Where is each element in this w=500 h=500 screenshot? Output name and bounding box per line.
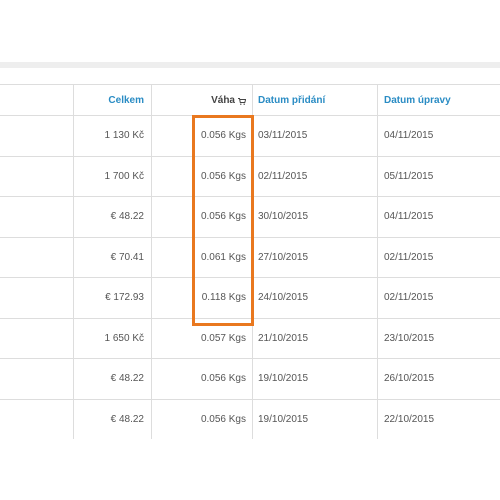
cell-vaha: 0.118 Kgs — [201, 292, 246, 304]
column-header-datum-upravy[interactable]: Datum úpravy — [378, 85, 500, 115]
cell-datum-pridani: 03/11/2015 — [258, 130, 308, 142]
table-row[interactable]: € 48.22 0.056 Kgs 30/10/2015 04/11/2015 — [0, 196, 500, 237]
cell-vaha: 0.056 Kgs — [200, 170, 246, 182]
cell-datum-pridani: 24/10/2015 — [258, 292, 309, 304]
column-header-celkem[interactable]: Celkem — [74, 85, 152, 115]
cell-celkem: 1 650 Kč — [104, 332, 144, 344]
table-row[interactable]: 1 700 Kč 0.056 Kgs 02/11/2015 05/11/2015 — [0, 155, 500, 196]
cell-datum-upravy: 05/11/2015 — [384, 170, 434, 182]
cell-vaha: 0.057 Kgs — [200, 332, 246, 344]
cell-datum-upravy: 02/11/2015 — [384, 251, 434, 263]
cell-datum-upravy: 04/11/2015 — [384, 211, 434, 223]
column-header-celkem-label: Celkem — [108, 94, 144, 106]
cell-vaha: 0.056 Kgs — [200, 413, 246, 425]
cell-datum-upravy: 23/10/2015 — [384, 332, 435, 344]
table-row[interactable]: € 48.22 0.056 Kgs 19/10/2015 26/10/2015 — [0, 358, 500, 399]
cell-celkem: € 70.41 — [110, 251, 144, 263]
cell-datum-upravy: 02/11/2015 — [384, 292, 434, 304]
column-header-vaha-label: Váha — [211, 94, 235, 106]
cell-datum-pridani: 30/10/2015 — [258, 211, 309, 223]
cell-datum-upravy: 26/10/2015 — [384, 373, 435, 385]
cell-celkem: € 48.22 — [110, 373, 144, 385]
table-row[interactable]: € 48.22 0.056 Kgs 19/10/2015 22/10/2015 — [0, 398, 500, 439]
cell-datum-pridani: 27/10/2015 — [258, 251, 309, 263]
cell-vaha: 0.056 Kgs — [200, 373, 246, 385]
table-row[interactable]: 1 130 Kč 0.056 Kgs 03/11/2015 04/11/2015 — [0, 115, 500, 156]
cell-vaha: 0.056 Kgs — [200, 211, 246, 223]
table-row[interactable]: € 172.93 0.118 Kgs 24/10/2015 02/11/2015 — [0, 277, 500, 318]
cell-celkem: € 48.22 — [110, 211, 144, 223]
cell-datum-pridani: 19/10/2015 — [258, 373, 309, 385]
cell-vaha: 0.061 Kgs — [200, 251, 246, 263]
column-header-datum-upravy-label: Datum úpravy — [384, 94, 451, 106]
cell-celkem: 1 130 Kč — [104, 130, 144, 142]
table-row[interactable]: € 70.41 0.061 Kgs 27/10/2015 02/11/2015 — [0, 236, 500, 277]
cell-datum-pridani: 19/10/2015 — [258, 413, 309, 425]
cell-celkem: 1 700 Kč — [104, 170, 144, 182]
column-header-vaha[interactable]: Váha — [152, 85, 252, 115]
cell-datum-upravy: 22/10/2015 — [384, 413, 435, 425]
cell-datum-pridani: 21/10/2015 — [258, 332, 309, 344]
column-header-datum-pridani[interactable]: Datum přidání — [253, 85, 378, 115]
cell-celkem: € 172.93 — [105, 292, 144, 304]
cell-datum-upravy: 04/11/2015 — [384, 130, 434, 142]
cell-datum-pridani: 02/11/2015 — [258, 170, 308, 182]
orders-table: Celkem Váha Datum přidání Datum úpravy 1… — [0, 84, 500, 439]
table-header-row: Celkem Váha Datum přidání Datum úpravy — [0, 84, 500, 115]
top-toolbar-strip — [0, 62, 500, 68]
column-header-datum-pridani-label: Datum přidání — [258, 94, 326, 106]
shopping-cart-icon — [238, 97, 247, 105]
cell-celkem: € 48.22 — [110, 413, 144, 425]
table-row[interactable]: 1 650 Kč 0.057 Kgs 21/10/2015 23/10/2015 — [0, 317, 500, 358]
cell-vaha: 0.056 Kgs — [200, 130, 246, 142]
